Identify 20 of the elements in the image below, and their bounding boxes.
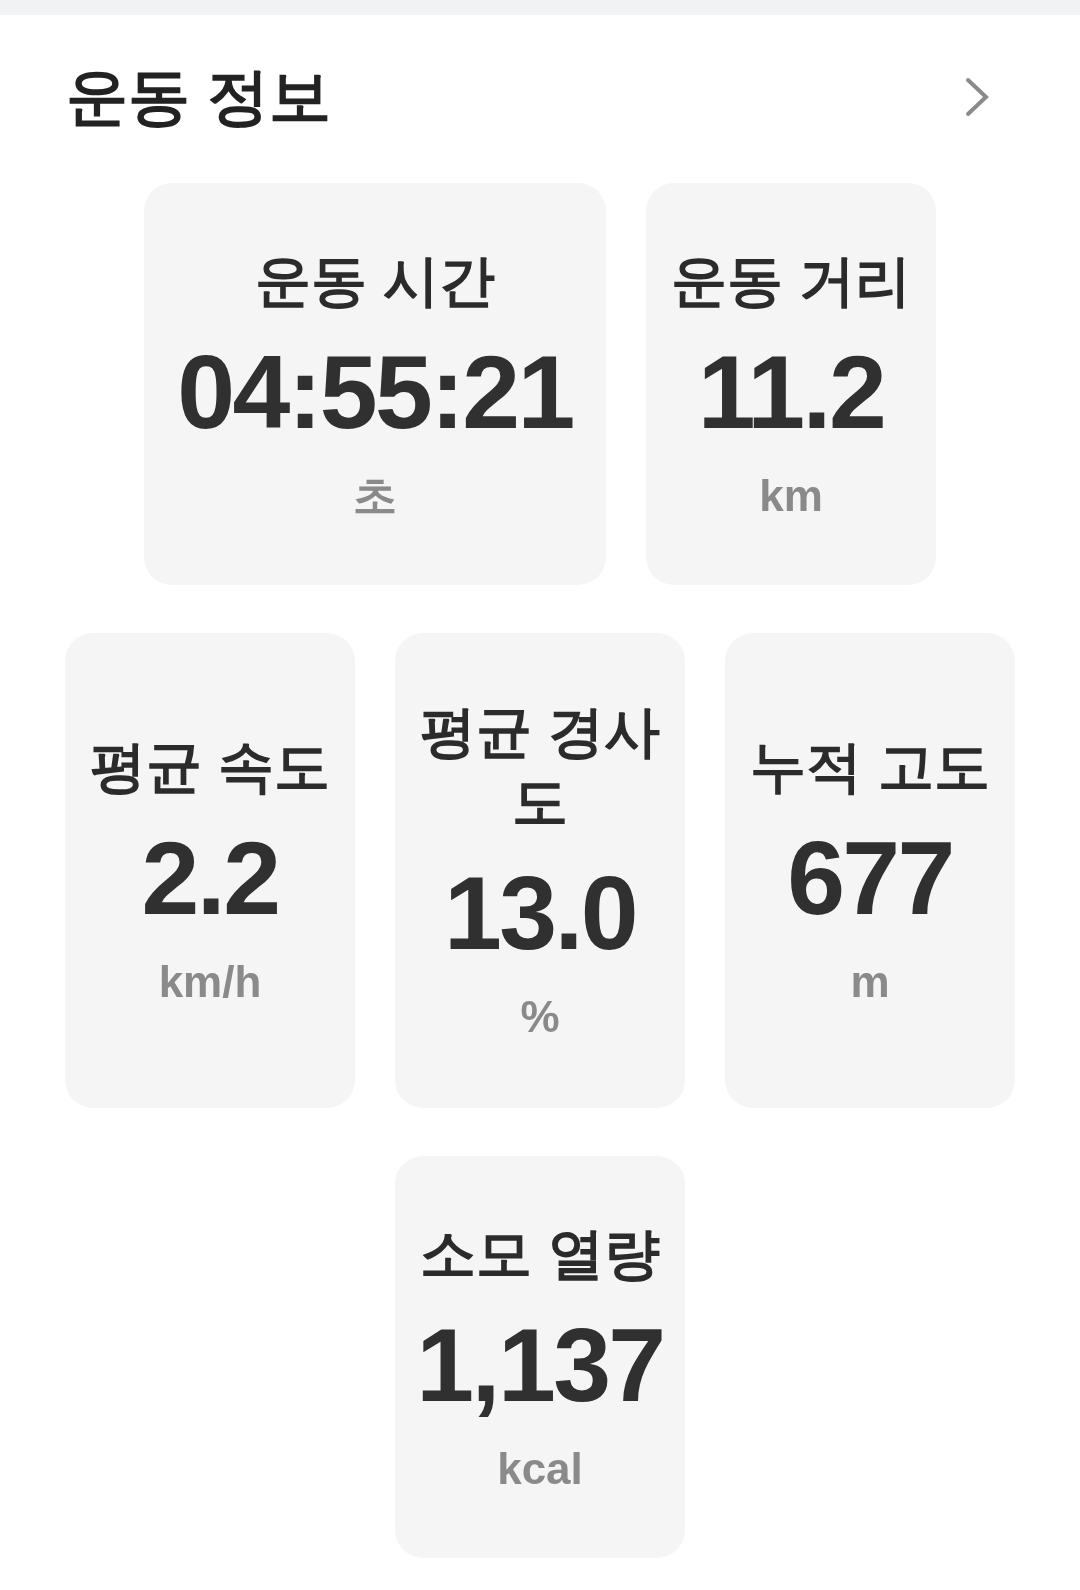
stat-unit: m (850, 956, 890, 1008)
stat-value: 2.2 (141, 826, 279, 930)
stat-unit: km/h (158, 956, 262, 1008)
stat-label: 평균 속도 (90, 734, 330, 800)
stat-value: 677 (787, 826, 953, 930)
stat-value: 1,137 (416, 1312, 664, 1417)
stat-label: 소모 열량 (420, 1220, 660, 1287)
stat-label: 평균 경사도 (419, 699, 661, 835)
chevron-right-icon[interactable] (964, 75, 990, 118)
stat-unit: km (759, 469, 823, 522)
stat-unit: kcal (497, 1442, 583, 1495)
stat-unit: % (520, 991, 560, 1043)
stat-value: 11.2 (697, 339, 885, 444)
stat-unit: 초 (353, 469, 397, 522)
section-title: 운동 정보 (66, 61, 332, 133)
stat-value: 04:55:21 (177, 339, 573, 444)
stat-value: 13.0 (444, 861, 636, 965)
stat-label: 운동 시간 (255, 247, 495, 314)
stat-label: 운동 거리 (671, 247, 911, 314)
stat-label: 누적 고도 (750, 734, 990, 800)
